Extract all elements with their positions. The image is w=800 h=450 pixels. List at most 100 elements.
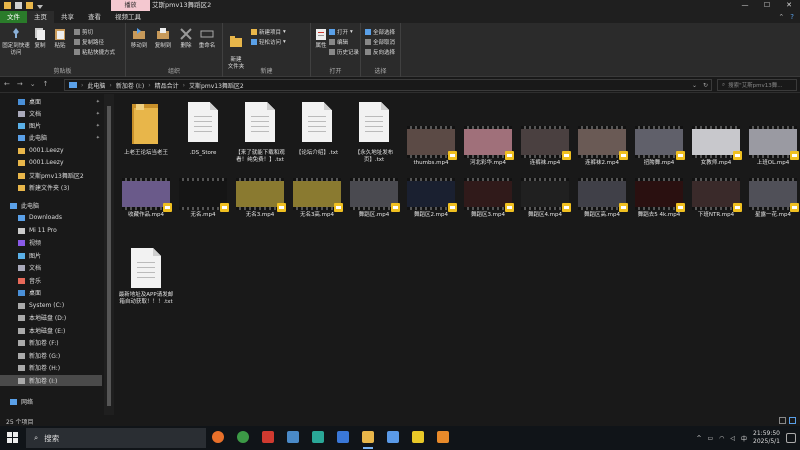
breadcrumb-separator[interactable]: › [183,82,185,89]
customize-qa-icon[interactable] [37,4,43,9]
video-file-item[interactable]: 舞蹈区3.mp4 [460,176,516,218]
video-file-item[interactable]: 舞蹈区高.mp4 [574,176,630,218]
sidebar-item[interactable]: 新加卷 (G:) [0,350,102,361]
video-file-item[interactable]: 收藏作品.mp4 [118,176,174,218]
video-file-item[interactable]: 上班OL.mp4 [745,98,800,168]
video-file-item[interactable]: 舞蹈区4.mp4 [517,176,573,218]
context-tab-play[interactable]: 播放 [111,0,150,11]
tab-video-tools[interactable]: 视频工具 [108,11,148,23]
sidebar-item[interactable]: 新加卷 (I:) [0,375,102,386]
tab-home[interactable]: 主页 [27,11,54,23]
edit-button[interactable]: 编辑 [329,38,348,46]
cut-button[interactable]: 剪切 [74,28,93,36]
video-file-item[interactable]: 河北彩华.mp4 [460,98,516,168]
explorer-icon[interactable] [360,429,376,449]
video-file-item[interactable]: thumbs.mp4 [403,98,459,168]
app-teal-icon[interactable] [310,429,326,447]
sidebar-item[interactable]: System (C:) [0,300,102,311]
up-button[interactable]: ↑ [43,80,49,88]
sidebar-item[interactable]: 图片 ✦ [0,120,102,131]
delete-button[interactable]: 删除 [178,27,194,50]
breadcrumb[interactable]: › 此电脑 › 新加卷 (I:) › 精品合计 › 艾斯pmv13舞蹈区2 ⌄ … [64,79,712,91]
sidebar-item[interactable]: 视频 [0,237,102,248]
video-file-item[interactable]: 下班NTR.mp4 [688,176,744,218]
copy-path-button[interactable]: 复制路径 [74,38,104,46]
app-red-icon[interactable] [260,429,276,447]
video-file-item[interactable]: 舞蹈去5 4k.mp4 [631,176,687,218]
open-button[interactable]: 打开 ▾ [329,28,353,36]
refresh-icon[interactable]: ↻ [703,82,708,89]
tab-view[interactable]: 查看 [81,11,108,23]
breadcrumb-current-folder[interactable]: 艾斯pmv13舞蹈区2 [189,81,244,90]
breadcrumb-jingpin[interactable]: 精品合计 [155,81,179,90]
close-button[interactable]: ✕ [778,0,800,11]
properties-icon[interactable] [15,2,22,9]
collapse-ribbon-icon[interactable]: ⌃ [778,11,784,23]
notification-icon[interactable] [786,433,796,443]
sidebar-item[interactable]: 新加卷 (H:) [0,362,102,373]
rename-button[interactable]: 重命名 [196,27,218,50]
sidebar-item[interactable]: 桌面 ✦ [0,96,102,107]
sidebar-item[interactable]: 新建文件夹 (3) [0,182,102,193]
easy-access-button[interactable]: 轻松访问 ▾ [251,38,286,46]
tab-share[interactable]: 共享 [54,11,81,23]
wifi-icon[interactable]: ◠ [719,435,724,442]
taskbar-search[interactable]: ⌕ 搜索 [26,428,206,448]
new-folder-button[interactable]: 新建 文件夹 [225,27,247,71]
video-file-item[interactable]: 无名3高.mp4 [289,176,345,218]
copy-to-button[interactable]: 复制到 [152,27,174,50]
breadcrumb-separator[interactable]: › [81,82,83,89]
video-file-item[interactable]: 舞蹈区2.mp4 [403,176,459,218]
sidebar-item[interactable]: 网络 [0,396,102,407]
search-input[interactable]: ⌕ 搜索"艾斯pmv13舞... [717,79,797,91]
pin-quick-access-button[interactable]: 固定到快速访问 [2,27,30,57]
scroll-thumb[interactable] [107,106,111,406]
tab-file[interactable]: 文件 [0,11,27,23]
new-folder-icon[interactable] [26,2,33,9]
breadcrumb-separator[interactable]: › [148,82,150,89]
sidebar-item[interactable]: Mi 11 Pro [0,225,102,236]
details-view-icon[interactable] [779,417,786,424]
address-dropdown-icon[interactable]: ⌄ [692,82,697,89]
app-link-icon[interactable] [385,429,401,447]
app-yellow-icon[interactable] [410,429,426,447]
maximize-button[interactable]: ☐ [756,0,778,11]
sidebar-item[interactable]: 此电脑 ✦ [0,132,102,143]
sidebar-item[interactable]: 新加卷 (F:) [0,337,102,348]
select-all-button[interactable]: 全部选择 [365,28,395,36]
network-icon[interactable]: ▭ [707,435,713,442]
large-icons-view-icon[interactable] [789,417,796,424]
back-button[interactable]: ← [4,80,10,88]
breadcrumb-separator[interactable]: › [109,82,111,89]
video-file-item[interactable]: 星露一花.mp4 [745,176,800,218]
sidebar-item[interactable]: 此电脑 [0,200,102,211]
help-icon[interactable]: ? [790,11,794,23]
video-file-item[interactable]: 连裤袜.mp4 [517,98,573,168]
video-file-item[interactable]: 无名3.mp4 [232,176,288,218]
paste-button[interactable]: 粘贴 [52,27,68,50]
move-to-button[interactable]: 移动到 [128,27,150,50]
video-file-item[interactable]: 扭胯舞.mp4 [631,98,687,168]
paste-shortcut-button[interactable]: 粘贴快捷方式 [74,48,115,56]
app-keyboard-icon[interactable] [285,429,301,447]
sidebar-item[interactable]: 艾斯pmv13舞蹈区2 [0,170,102,181]
clock[interactable]: 21:59:50 2025/5/1 [753,430,780,446]
video-file-item[interactable]: 无名.mp4 [175,176,231,218]
select-none-button[interactable]: 全部取消 [365,38,395,46]
copy-button[interactable]: 复制 [32,27,48,50]
sidebar-item[interactable]: 文档 ✦ [0,108,102,119]
chrome-icon[interactable] [235,429,251,447]
sidebar-item[interactable]: 音乐 [0,275,102,286]
sidebar-item[interactable]: 桌面 [0,287,102,298]
sidebar-item[interactable]: 图片 [0,250,102,261]
text-file-item[interactable]: 【来了就能下载和观看！纯免费！】.txt [232,98,288,168]
firefox-icon[interactable] [210,429,226,447]
app-search-icon[interactable] [435,429,451,447]
invert-selection-button[interactable]: 反向选择 [365,48,395,56]
folder-item[interactable]: 上老王论坛当老王 [118,98,174,168]
tray-chevron[interactable]: ^ [696,435,701,442]
sidebar-item[interactable]: 0001.Leezy [0,145,102,156]
history-button[interactable]: 历史记录 [329,48,359,56]
sidebar-item[interactable]: 本地磁盘 (D:) [0,312,102,323]
breadcrumb-this-pc[interactable]: 此电脑 [87,81,105,90]
